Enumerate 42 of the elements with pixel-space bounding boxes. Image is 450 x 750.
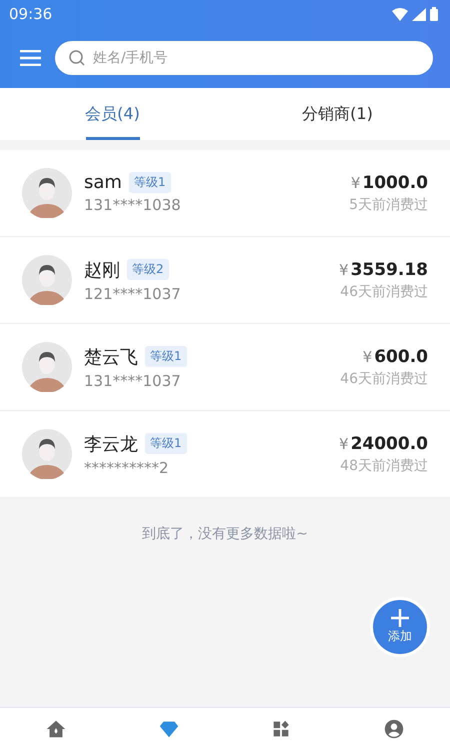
signal-icon [412, 8, 426, 20]
currency-symbol: ¥ [339, 434, 349, 452]
last-visit: 5天前消费过 [349, 196, 428, 214]
level-tag: 等级1 [145, 346, 187, 367]
tab[interactable]: 会员(4) [0, 88, 225, 140]
tab[interactable]: 分销商(1) [225, 88, 450, 140]
home-icon [45, 718, 68, 740]
avatar-icon [22, 429, 72, 479]
last-visit: 46天前消费过 [340, 282, 428, 300]
wifi-icon [392, 8, 408, 20]
amount: 24000.0 [350, 434, 428, 454]
currency-symbol: ¥ [350, 174, 360, 192]
member-name: sam [84, 172, 122, 193]
amount: 3559.18 [350, 260, 428, 280]
add-button[interactable]: 添加 [370, 597, 430, 657]
phone-number: 131****1037 [84, 372, 182, 390]
level-tag: 等级1 [145, 433, 187, 454]
last-visit: 46天前消费过 [340, 370, 428, 388]
currency-symbol: ¥ [362, 348, 372, 366]
avatar-icon [22, 168, 72, 218]
search-icon [69, 50, 85, 66]
plus-icon [391, 609, 409, 627]
battery-icon [430, 7, 438, 21]
menu-icon[interactable] [20, 50, 41, 66]
level-tag: 等级1 [128, 172, 171, 193]
member-name: 楚云飞 [84, 346, 138, 368]
currency-symbol: ¥ [339, 260, 349, 278]
amount: 1000.0 [362, 172, 428, 192]
status-time: 09:36 [9, 5, 52, 23]
phone-number: 121****1037 [84, 284, 182, 302]
search-field[interactable]: 姓名/手机号 [55, 41, 433, 75]
member-name: 李云龙 [84, 432, 138, 456]
person-icon [382, 718, 405, 740]
amount: 600.0 [374, 346, 428, 366]
phone-number: **********2 [84, 458, 170, 476]
end-message: 到底了，没有更多数据啦~ [142, 526, 308, 542]
member-name: 赵刚 [84, 258, 120, 282]
last-visit: 48天前消费过 [340, 456, 428, 474]
level-tag: 等级2 [127, 259, 169, 280]
avatar-icon [22, 255, 72, 305]
phone-number: 131****1038 [84, 196, 182, 214]
avatar-icon [22, 342, 72, 392]
